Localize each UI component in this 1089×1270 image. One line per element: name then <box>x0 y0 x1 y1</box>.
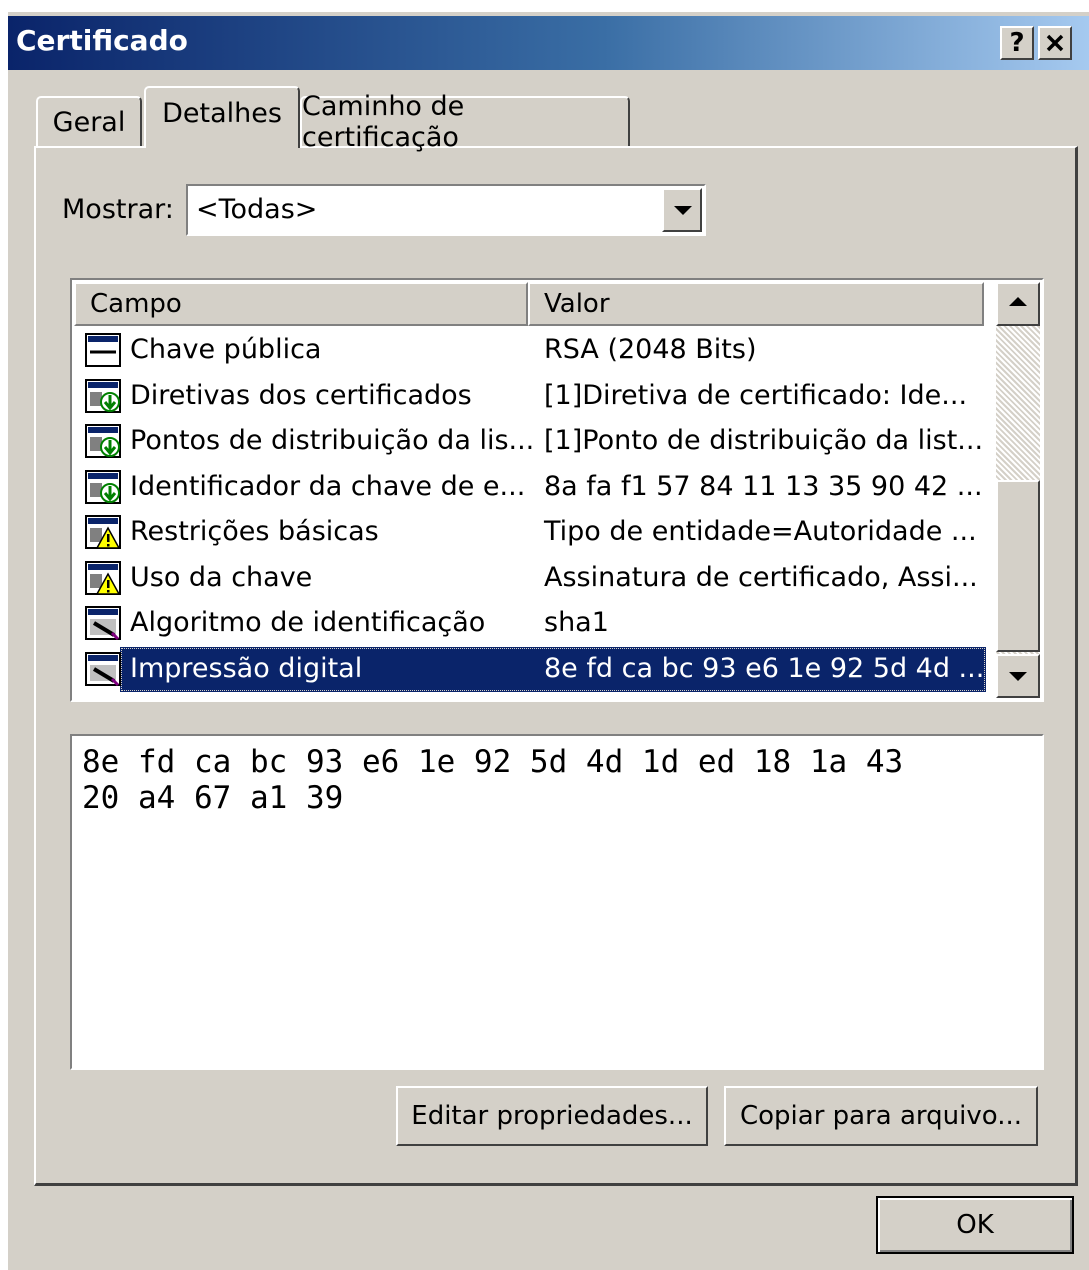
close-icon <box>1046 34 1064 52</box>
edit-properties-button[interactable]: Editar propriedades... <box>396 1086 708 1146</box>
dropdown-arrow-button[interactable] <box>662 188 702 232</box>
list-item[interactable]: Diretivas dos certificados [1]Diretiva de… <box>74 374 986 419</box>
field-value-cell: 8e fd ca bc 93 e6 1e 92 5d 4d ... <box>544 652 985 684</box>
certificate-dialog: Certificado ? Geral Detalhes Caminho de … <box>6 10 1089 1270</box>
window-title: Certificado <box>16 24 188 57</box>
extension-icon <box>85 469 121 504</box>
field-name-cell: Chave pública <box>130 334 322 365</box>
field-value-cell: RSA (2048 Bits) <box>544 334 757 365</box>
tab-certification-path[interactable]: Caminho de certificação <box>300 91 630 153</box>
help-button[interactable]: ? <box>1000 26 1034 60</box>
column-header-field[interactable]: Campo <box>74 282 528 326</box>
list-item[interactable]: Uso da chave Assinatura de certificado, A… <box>74 556 986 601</box>
copy-to-file-label: Copiar para arquivo... <box>739 1101 1022 1131</box>
list-item[interactable]: Impressão digital 8e fd ca bc 93 e6 1e 92… <box>74 646 986 692</box>
close-button[interactable] <box>1038 26 1072 60</box>
column-header-value[interactable]: Valor <box>528 282 984 326</box>
show-label: Mostrar: <box>62 194 174 225</box>
scroll-thumb[interactable] <box>996 480 1040 652</box>
field-value-cell: Tipo de entidade=Autoridade ... <box>544 516 977 547</box>
scroll-down-button[interactable] <box>996 654 1040 698</box>
ok-button[interactable]: OK <box>876 1196 1074 1254</box>
tab-general[interactable]: Geral <box>36 96 142 146</box>
property-icon <box>85 651 121 686</box>
copy-to-file-button[interactable]: Copiar para arquivo... <box>724 1086 1038 1146</box>
title-bar[interactable]: Certificado ? <box>8 16 1089 70</box>
tab-certification-path-label: Caminho de certificação <box>302 91 465 153</box>
list-item[interactable]: Pontos de distribuição da lis... [1]Ponto… <box>74 419 986 464</box>
show-dropdown-value: <Todas> <box>196 194 318 225</box>
extension-icon <box>85 424 121 458</box>
edit-properties-label: Editar propriedades... <box>411 1101 693 1131</box>
field-name-cell: Uso da chave <box>130 561 313 593</box>
scroll-up-button[interactable] <box>996 282 1040 326</box>
field-value-cell: [1]Ponto de distribuição da list... <box>544 425 984 456</box>
critical-extension-icon <box>85 515 121 549</box>
critical-extension-icon <box>85 560 121 595</box>
list-item[interactable]: Restrições básicas Tipo de entidade=Autor… <box>74 510 986 555</box>
fields-list[interactable]: Campo Valor Chave pública RSA (2048 Bits)… <box>70 278 1044 702</box>
field-name-cell: Pontos de distribuição da lis... <box>130 425 535 456</box>
list-item[interactable]: Chave pública RSA (2048 Bits) <box>74 328 986 373</box>
field-name-cell: Algoritmo de identificação <box>130 607 486 638</box>
tab-general-label: Geral <box>52 106 126 138</box>
field-plain-icon <box>85 333 121 367</box>
field-name-cell: Restrições básicas <box>130 516 379 547</box>
ok-label: OK <box>956 1210 994 1240</box>
field-name-cell: Impressão digital <box>130 652 363 684</box>
field-name-cell: Identificador da chave de e... <box>130 470 526 502</box>
field-value-cell: 8a fa f1 57 84 11 13 35 90 42 ... <box>544 470 983 502</box>
show-dropdown[interactable]: <Todas> <box>186 184 706 236</box>
list-scrollbar[interactable] <box>996 282 1040 698</box>
tab-details[interactable]: Detalhes <box>144 86 300 148</box>
field-value-cell: [1]Diretiva de certificado: Ide... <box>544 379 968 411</box>
tab-details-label: Detalhes <box>162 98 282 129</box>
help-icon: ? <box>1009 28 1025 58</box>
list-item[interactable]: Algoritmo de identificação sha1 <box>74 601 986 646</box>
field-value-cell: sha1 <box>544 607 609 638</box>
property-icon <box>85 606 121 641</box>
extension-icon <box>85 378 121 413</box>
field-name-cell: Diretivas dos certificados <box>130 379 472 411</box>
field-value-textbox[interactable]: 8e fd ca bc 93 e6 1e 92 5d 4d 1d ed 18 1… <box>70 734 1044 1070</box>
list-item[interactable]: Identificador da chave de e... 8a fa f1 5… <box>74 465 986 510</box>
field-value-cell: Assinatura de certificado, Assi... <box>544 561 978 593</box>
